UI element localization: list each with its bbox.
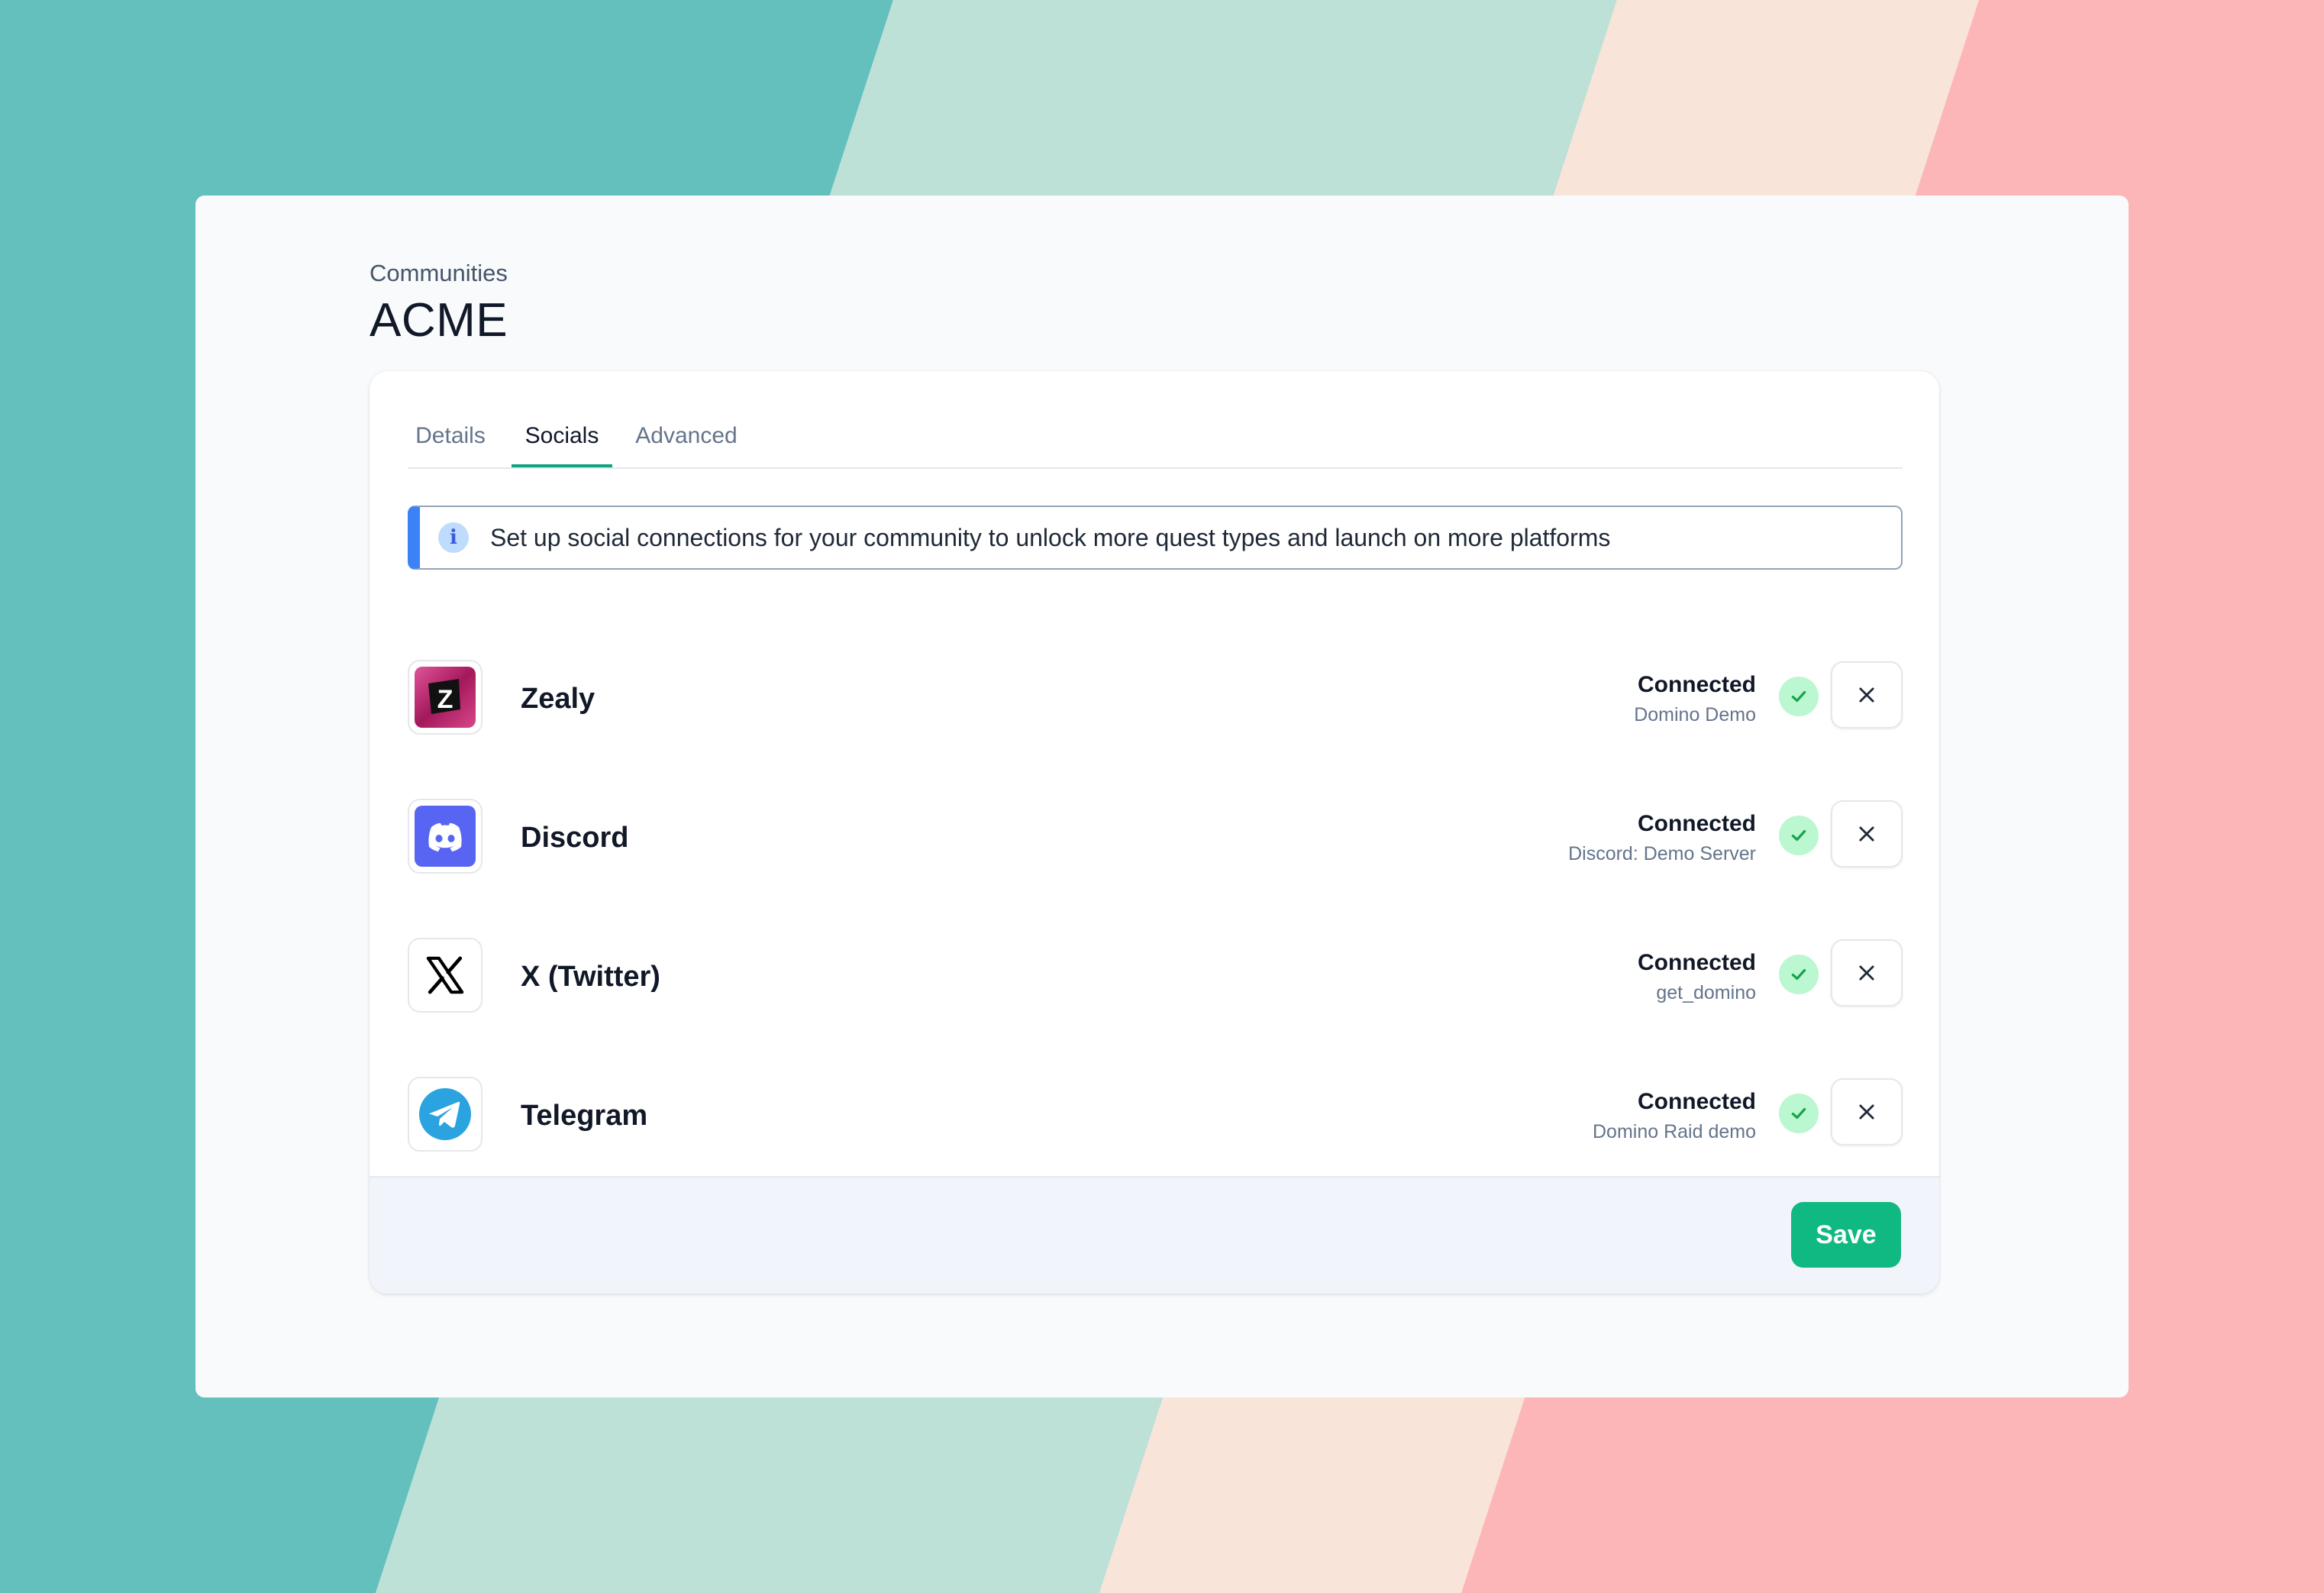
tab-socials[interactable]: Socials bbox=[512, 423, 612, 467]
disconnect-discord-button[interactable] bbox=[1831, 800, 1903, 868]
check-icon bbox=[1779, 1094, 1819, 1133]
card-footer: Save bbox=[370, 1176, 1939, 1294]
save-button[interactable]: Save bbox=[1791, 1202, 1901, 1268]
tab-details[interactable]: Details bbox=[408, 423, 493, 467]
close-icon bbox=[1859, 965, 1874, 981]
check-icon bbox=[1779, 955, 1819, 994]
connection-status: Connected Domino Demo bbox=[1634, 672, 1756, 726]
status-label: Connected bbox=[1637, 950, 1756, 975]
social-row-x: X (Twitter) Connected get_domino bbox=[408, 938, 1903, 1014]
info-icon: i bbox=[438, 522, 469, 553]
social-name: Discord bbox=[521, 822, 629, 854]
connected-account: Domino Raid demo bbox=[1593, 1121, 1756, 1142]
close-icon bbox=[1859, 1104, 1874, 1120]
social-name: Zealy bbox=[521, 683, 596, 715]
connected-account: get_domino bbox=[1656, 982, 1756, 1003]
status-label: Connected bbox=[1637, 1089, 1756, 1114]
disconnect-telegram-button[interactable] bbox=[1831, 1078, 1903, 1145]
app-window: Communities ACME Details Socials Advance… bbox=[195, 195, 2129, 1398]
status-label: Connected bbox=[1637, 672, 1756, 697]
social-row-zealy: Z Zealy Connected Domino Demo bbox=[408, 660, 1903, 736]
social-row-discord: Discord Connected Discord: Demo Server bbox=[408, 799, 1903, 875]
connection-status: Connected Discord: Demo Server bbox=[1568, 811, 1756, 865]
close-icon bbox=[1859, 826, 1874, 842]
social-name: Telegram bbox=[521, 1100, 648, 1132]
connected-account: Discord: Demo Server bbox=[1568, 843, 1756, 864]
check-icon bbox=[1779, 677, 1819, 716]
x-logo-icon bbox=[408, 938, 483, 1013]
telegram-logo-icon bbox=[408, 1077, 483, 1152]
status-label: Connected bbox=[1637, 811, 1756, 836]
connected-account: Domino Demo bbox=[1634, 704, 1756, 725]
check-icon bbox=[1779, 816, 1819, 855]
tab-bar: Details Socials Advanced bbox=[408, 371, 1903, 469]
svg-text:Z: Z bbox=[437, 685, 454, 714]
zealy-logo-icon: Z bbox=[408, 660, 483, 735]
breadcrumb[interactable]: Communities bbox=[370, 260, 508, 287]
connection-status: Connected Domino Raid demo bbox=[1593, 1089, 1756, 1143]
info-alert-text: Set up social connections for your commu… bbox=[490, 524, 1611, 551]
page-title: ACME bbox=[370, 294, 508, 347]
social-row-telegram: Telegram Connected Domino Raid demo bbox=[408, 1077, 1903, 1153]
tab-advanced[interactable]: Advanced bbox=[631, 423, 742, 467]
disconnect-zealy-button[interactable] bbox=[1831, 661, 1903, 729]
info-alert: i Set up social connections for your com… bbox=[408, 506, 1903, 570]
social-name: X (Twitter) bbox=[521, 961, 660, 993]
settings-card: Details Socials Advanced i Set up social… bbox=[370, 371, 1939, 1294]
discord-logo-icon bbox=[408, 799, 483, 874]
connection-status: Connected get_domino bbox=[1638, 950, 1756, 1004]
close-icon bbox=[1859, 687, 1874, 703]
disconnect-x-button[interactable] bbox=[1831, 939, 1903, 1007]
